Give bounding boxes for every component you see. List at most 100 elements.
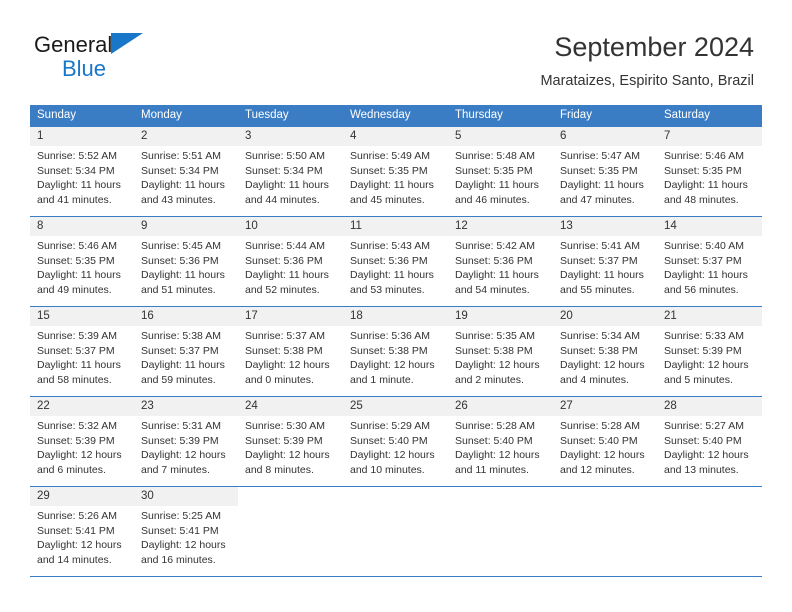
calendar-day-number [343, 487, 448, 506]
calendar-day-cell[interactable]: 4 Sunrise: 5:49 AM Sunset: 5:35 PM Daylight… [343, 126, 448, 217]
calendar-body: 1 Sunrise: 5:52 AM Sunset: 5:34 PM Daylight… [30, 126, 762, 577]
daylight-text-line2: and 43 minutes. [141, 193, 216, 206]
weekday-header-friday: Friday [553, 105, 657, 127]
daylight-text-line2: and 46 minutes. [455, 193, 530, 206]
calendar-day-cell[interactable]: 22 Sunrise: 5:32 AM Sunset: 5:39 PM Dayligh… [30, 396, 134, 487]
sunrise-text: Sunrise: 5:27 AM [664, 420, 744, 432]
daylight-text-line1: Daylight: 12 hours [664, 359, 749, 372]
calendar-day-details: Sunrise: 5:28 AM Sunset: 5:40 PM Daylight:… [553, 416, 657, 477]
sunset-text: Sunset: 5:36 PM [141, 254, 219, 267]
sunset-text: Sunset: 5:35 PM [350, 164, 428, 177]
brand-logo[interactable]: General Blue [34, 33, 234, 85]
sunset-text: Sunset: 5:34 PM [141, 164, 219, 177]
calendar-day-cell[interactable]: 26 Sunrise: 5:28 AM Sunset: 5:40 PM Dayligh… [448, 396, 553, 487]
calendar-day-cell[interactable]: 7 Sunrise: 5:46 AM Sunset: 5:35 PM Daylight… [657, 126, 762, 217]
calendar-day-details: Sunrise: 5:25 AM Sunset: 5:41 PM Daylight:… [134, 506, 238, 567]
calendar-day-cell[interactable]: 12 Sunrise: 5:42 AM Sunset: 5:36 PM Dayligh… [448, 216, 553, 307]
daylight-text-line2: and 10 minutes. [350, 463, 425, 476]
sunset-text: Sunset: 5:34 PM [37, 164, 115, 177]
calendar-day-cell[interactable]: 17 Sunrise: 5:37 AM Sunset: 5:38 PM Dayligh… [238, 306, 343, 397]
daylight-text-line2: and 11 minutes. [455, 463, 529, 476]
daylight-text-line2: and 45 minutes. [350, 193, 425, 206]
daylight-text-line2: and 48 minutes. [664, 193, 739, 206]
calendar-day-cell[interactable]: 23 Sunrise: 5:31 AM Sunset: 5:39 PM Dayligh… [134, 396, 238, 487]
calendar-day-cell[interactable]: 14 Sunrise: 5:40 AM Sunset: 5:37 PM Dayligh… [657, 216, 762, 307]
sunrise-text: Sunrise: 5:43 AM [350, 240, 430, 252]
calendar-day-details: Sunrise: 5:32 AM Sunset: 5:39 PM Daylight:… [30, 416, 134, 477]
daylight-text-line2: and 53 minutes. [350, 283, 425, 296]
sunset-text: Sunset: 5:37 PM [560, 254, 638, 267]
calendar-day-details: Sunrise: 5:29 AM Sunset: 5:40 PM Daylight:… [343, 416, 448, 477]
daylight-text-line1: Daylight: 11 hours [245, 269, 329, 282]
calendar-day-cell[interactable]: 27 Sunrise: 5:28 AM Sunset: 5:40 PM Dayligh… [553, 396, 657, 487]
calendar-day-cell[interactable]: 10 Sunrise: 5:44 AM Sunset: 5:36 PM Dayligh… [238, 216, 343, 307]
calendar-day-cell[interactable]: 21 Sunrise: 5:33 AM Sunset: 5:39 PM Dayligh… [657, 306, 762, 397]
calendar-day-cell[interactable]: 9 Sunrise: 5:45 AM Sunset: 5:36 PM Daylight… [134, 216, 238, 307]
sunset-text: Sunset: 5:40 PM [664, 434, 742, 447]
sunrise-text: Sunrise: 5:34 AM [560, 330, 640, 342]
calendar-page: General Blue September 2024 Marataizes, … [0, 0, 792, 612]
calendar-day-cell[interactable]: 29 Sunrise: 5:26 AM Sunset: 5:41 PM Dayligh… [30, 486, 134, 577]
daylight-text-line1: Daylight: 12 hours [350, 449, 435, 462]
calendar-day-cell[interactable]: 24 Sunrise: 5:30 AM Sunset: 5:39 PM Dayligh… [238, 396, 343, 487]
daylight-text-line2: and 6 minutes. [37, 463, 106, 476]
calendar-day-number: 9 [134, 217, 238, 236]
daylight-text-line2: and 44 minutes. [245, 193, 320, 206]
daylight-text-line1: Daylight: 12 hours [141, 449, 226, 462]
calendar-day-cell[interactable]: 13 Sunrise: 5:41 AM Sunset: 5:37 PM Dayligh… [553, 216, 657, 307]
daylight-text-line2: and 47 minutes. [560, 193, 635, 206]
sunrise-text: Sunrise: 5:32 AM [37, 420, 117, 432]
calendar-day-number: 27 [553, 397, 657, 416]
calendar-day-cell[interactable]: 6 Sunrise: 5:47 AM Sunset: 5:35 PM Daylight… [553, 126, 657, 217]
calendar-day-details: Sunrise: 5:39 AM Sunset: 5:37 PM Daylight:… [30, 326, 134, 387]
calendar-day-cell[interactable]: 25 Sunrise: 5:29 AM Sunset: 5:40 PM Dayligh… [343, 396, 448, 487]
daylight-text-line2: and 0 minutes. [245, 373, 314, 386]
daylight-text-line2: and 12 minutes. [560, 463, 635, 476]
calendar-day-number: 12 [448, 217, 553, 236]
weekday-header-tuesday: Tuesday [238, 105, 343, 127]
daylight-text-line1: Daylight: 11 hours [455, 179, 539, 192]
calendar-day-number: 30 [134, 487, 238, 506]
calendar-day-cell[interactable]: 30 Sunrise: 5:25 AM Sunset: 5:41 PM Dayligh… [134, 486, 238, 577]
sunrise-text: Sunrise: 5:25 AM [141, 510, 221, 522]
calendar-day-cell[interactable]: 28 Sunrise: 5:27 AM Sunset: 5:40 PM Dayligh… [657, 396, 762, 487]
calendar-day-details: Sunrise: 5:30 AM Sunset: 5:39 PM Daylight:… [238, 416, 343, 477]
calendar-day-number [448, 487, 553, 506]
sunset-text: Sunset: 5:40 PM [455, 434, 533, 447]
page-title: September 2024 [554, 32, 754, 62]
calendar-day-cell[interactable]: 19 Sunrise: 5:35 AM Sunset: 5:38 PM Dayligh… [448, 306, 553, 397]
daylight-text-line2: and 59 minutes. [141, 373, 216, 386]
calendar-cell-empty [238, 486, 343, 577]
calendar-day-cell[interactable]: 16 Sunrise: 5:38 AM Sunset: 5:37 PM Dayligh… [134, 306, 238, 397]
sunrise-text: Sunrise: 5:33 AM [664, 330, 744, 342]
calendar-day-details: Sunrise: 5:45 AM Sunset: 5:36 PM Daylight:… [134, 236, 238, 297]
daylight-text-line1: Daylight: 11 hours [664, 269, 748, 282]
daylight-text-line2: and 4 minutes. [560, 373, 629, 386]
weekday-header-monday: Monday [134, 105, 238, 127]
calendar-day-number: 18 [343, 307, 448, 326]
daylight-text-line1: Daylight: 11 hours [141, 269, 225, 282]
weekday-header-saturday: Saturday [657, 105, 762, 127]
calendar-day-cell[interactable]: 15 Sunrise: 5:39 AM Sunset: 5:37 PM Dayligh… [30, 306, 134, 397]
calendar-day-cell[interactable]: 11 Sunrise: 5:43 AM Sunset: 5:36 PM Dayligh… [343, 216, 448, 307]
sunset-text: Sunset: 5:34 PM [245, 164, 323, 177]
calendar-day-number: 21 [657, 307, 762, 326]
calendar-day-cell[interactable]: 8 Sunrise: 5:46 AM Sunset: 5:35 PM Daylight… [30, 216, 134, 307]
calendar-day-cell[interactable]: 18 Sunrise: 5:36 AM Sunset: 5:38 PM Dayligh… [343, 306, 448, 397]
calendar-day-number: 29 [30, 487, 134, 506]
sunrise-text: Sunrise: 5:37 AM [245, 330, 325, 342]
calendar-day-cell[interactable]: 1 Sunrise: 5:52 AM Sunset: 5:34 PM Daylight… [30, 126, 134, 217]
sunrise-text: Sunrise: 5:41 AM [560, 240, 640, 252]
daylight-text-line1: Daylight: 12 hours [141, 539, 226, 552]
calendar-day-number: 4 [343, 127, 448, 146]
calendar-day-cell[interactable]: 5 Sunrise: 5:48 AM Sunset: 5:35 PM Daylight… [448, 126, 553, 217]
calendar-day-cell[interactable]: 20 Sunrise: 5:34 AM Sunset: 5:38 PM Dayligh… [553, 306, 657, 397]
daylight-text-line1: Daylight: 11 hours [455, 269, 539, 282]
calendar-day-cell[interactable]: 2 Sunrise: 5:51 AM Sunset: 5:34 PM Daylight… [134, 126, 238, 217]
sunset-text: Sunset: 5:40 PM [350, 434, 428, 447]
sunset-text: Sunset: 5:36 PM [350, 254, 428, 267]
calendar-day-cell[interactable]: 3 Sunrise: 5:50 AM Sunset: 5:34 PM Daylight… [238, 126, 343, 217]
sunset-text: Sunset: 5:38 PM [560, 344, 638, 357]
sunset-text: Sunset: 5:37 PM [664, 254, 742, 267]
sunset-text: Sunset: 5:39 PM [37, 434, 115, 447]
